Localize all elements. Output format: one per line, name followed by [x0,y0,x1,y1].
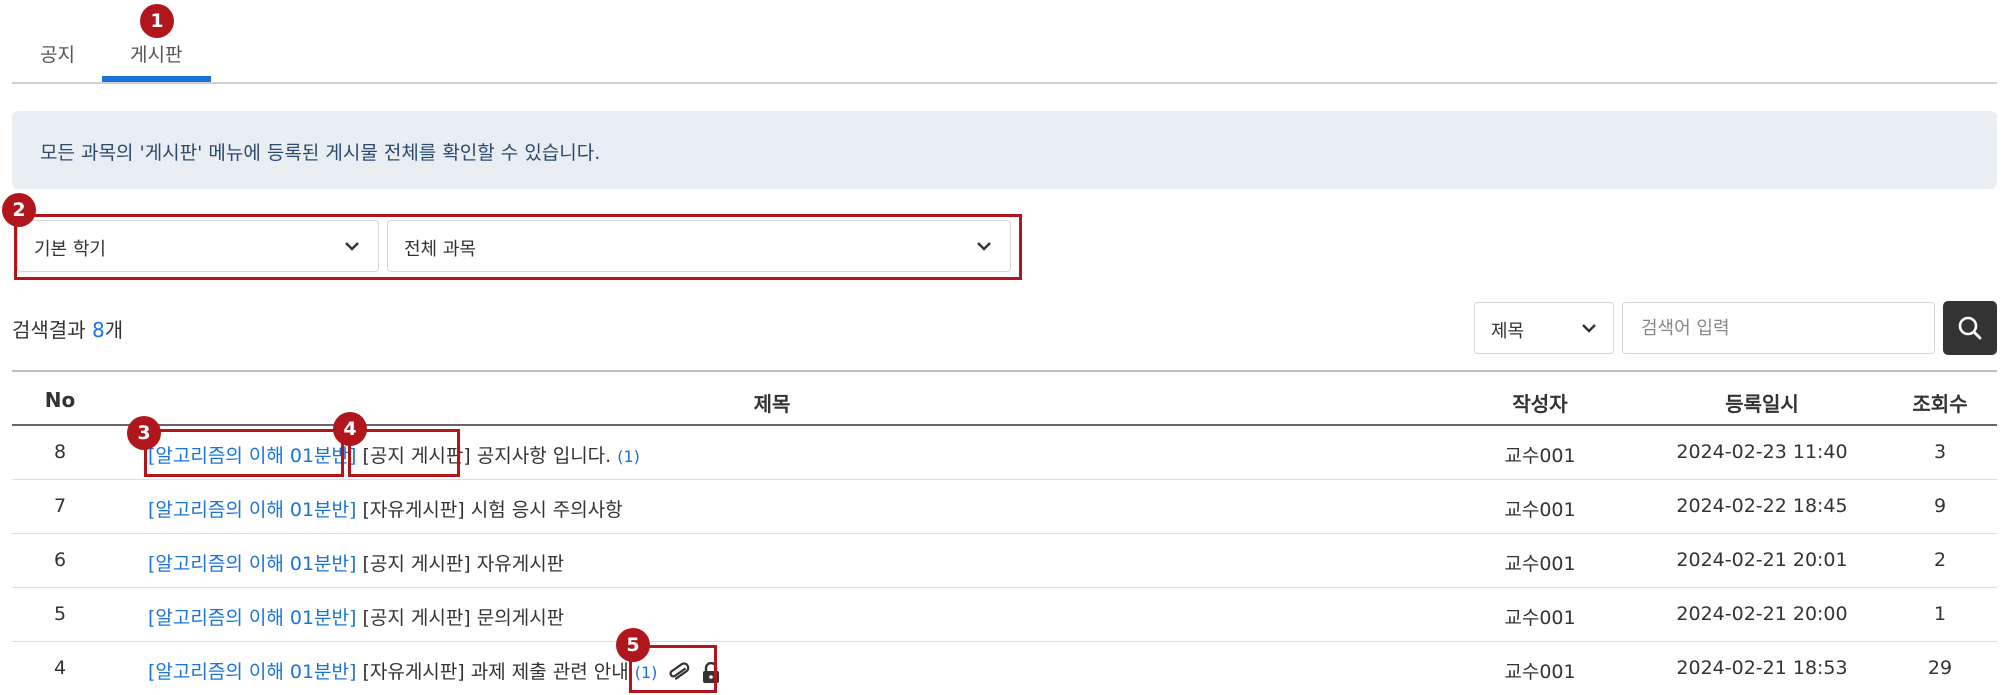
table-row[interactable]: 7 [알고리즘의 이해 01분반] [자유게시판] 시험 응시 주의사항 교수0… [12,480,1997,534]
row-date: 2024-02-21 20:01 [1676,549,1848,571]
annotation-box-3 [144,429,344,477]
row-no: 6 [53,549,67,571]
search-type-value: 제목 [1491,321,1525,342]
row-date: 2024-02-22 18:45 [1676,495,1848,517]
tab-notice[interactable]: 공지 [40,40,75,67]
results-count: 검색결과 8개 [12,314,123,343]
row-title: [알고리즘의 이해 01분반] [자유게시판] 시험 응시 주의사항 [148,495,623,522]
post-title-link[interactable]: 과제 제출 관련 안내 [471,661,629,683]
course-link[interactable]: [알고리즘의 이해 01분반] [148,553,356,575]
board-tag: [자유게시판] [362,661,465,683]
post-title-link[interactable]: 문의게시판 [477,607,564,629]
row-date: 2024-02-21 18:53 [1676,657,1848,679]
table-row[interactable]: 6 [알고리즘의 이해 01분반] [공지 게시판] 자유게시판 교수001 2… [12,534,1997,588]
board-tag: [자유게시판] [362,499,465,521]
header-no: No [44,388,76,412]
row-author: 교수001 [1504,607,1576,629]
board-tag: [공지 게시판] [362,553,471,575]
post-title-link[interactable]: 자유게시판 [477,553,564,575]
row-title: [알고리즘의 이해 01분반] [공지 게시판] 문의게시판 [148,603,564,630]
search-button[interactable] [1943,301,1997,355]
annotation-badge-5: 5 [616,628,650,662]
row-date: 2024-02-23 11:40 [1676,441,1848,463]
annotation-box-2 [14,214,1022,280]
row-views: 3 [1933,441,1947,463]
row-author: 교수001 [1504,553,1576,575]
results-number: 8 [91,318,105,342]
info-text: 모든 과목의 '게시판' 메뉴에 등록된 게시물 전체를 확인할 수 있습니다. [40,142,601,164]
comment-count: (1) [617,447,640,466]
annotation-badge-4: 4 [333,412,367,446]
header-date: 등록일시 [1725,392,1799,416]
table-header: No 제목 작성자 등록일시 조회수 [12,370,1997,426]
annotation-badge-3: 3 [127,416,161,450]
row-no: 4 [53,657,67,679]
table-row[interactable]: 4 [알고리즘의 이해 01분반] [자유게시판] 과제 제출 관련 안내 (1)… [12,642,1997,695]
row-no: 5 [53,603,67,625]
row-no: 8 [53,441,67,463]
tab-board[interactable]: 게시판 [130,40,182,67]
search-type-select[interactable]: 제목 [1474,302,1614,354]
course-link[interactable]: [알고리즘의 이해 01분반] [148,607,356,629]
post-title-link[interactable]: 공지사항 입니다. [477,445,611,467]
header-views: 조회수 [1912,392,1968,416]
board-tag: [공지 게시판] [362,607,471,629]
row-title: [알고리즘의 이해 01분반] [공지 게시판] 자유게시판 [148,549,564,576]
course-link[interactable]: [알고리즘의 이해 01분반] [148,499,356,521]
results-prefix: 검색결과 [12,318,92,342]
row-views: 2 [1933,549,1947,571]
row-views: 1 [1933,603,1947,625]
annotation-badge-2: 2 [2,193,36,227]
header-title: 제목 [753,392,791,416]
row-date: 2024-02-21 20:00 [1676,603,1848,625]
row-author: 교수001 [1504,445,1576,467]
tab-bar: 공지 게시판 [12,0,1997,84]
row-no: 7 [53,495,67,517]
results-suffix: 개 [104,318,124,342]
row-author: 교수001 [1504,661,1576,683]
search-input[interactable] [1622,302,1935,354]
chevron-down-icon [1582,324,1596,333]
active-tab-indicator [102,76,211,82]
search-icon [1958,316,1982,340]
info-banner: 모든 과목의 '게시판' 메뉴에 등록된 게시물 전체를 확인할 수 있습니다. [12,111,1997,189]
table-row[interactable]: 5 [알고리즘의 이해 01분반] [공지 게시판] 문의게시판 교수001 2… [12,588,1997,642]
row-views: 29 [1927,657,1953,679]
post-title-link[interactable]: 시험 응시 주의사항 [471,499,623,521]
annotation-badge-1: 1 [140,4,174,38]
header-author: 작성자 [1512,392,1568,416]
row-views: 9 [1933,495,1947,517]
row-author: 교수001 [1504,499,1576,521]
course-link[interactable]: [알고리즘의 이해 01분반] [148,661,356,683]
